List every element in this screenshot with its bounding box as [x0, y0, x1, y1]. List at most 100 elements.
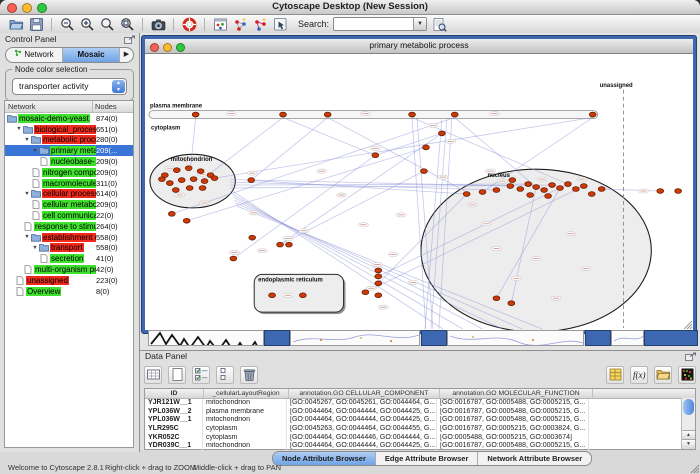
- attribute-grid-icon[interactable]: [144, 366, 162, 384]
- network-node[interactable]: [423, 145, 430, 150]
- attribute-list-icon[interactable]: [606, 366, 624, 384]
- import-attributes-folder-icon[interactable]: [654, 366, 672, 384]
- zoom-in-icon[interactable]: [80, 17, 95, 32]
- create-attribute-icon[interactable]: [168, 366, 186, 384]
- float-panel-icon[interactable]: [685, 352, 697, 361]
- tree-row[interactable]: ▼establishment of lo558(0): [5, 232, 133, 243]
- window-resize-grip[interactable]: [682, 319, 692, 329]
- color-scale-icon[interactable]: [678, 366, 696, 384]
- scrollbar-thumb[interactable]: [683, 399, 694, 415]
- background-window-fragment[interactable]: [148, 330, 264, 346]
- network-node[interactable]: [199, 186, 206, 191]
- tree-row[interactable]: multi-organism pro42(0): [5, 264, 133, 275]
- network-node[interactable]: [269, 293, 276, 298]
- expand-arrow-icon[interactable]: ▼: [23, 234, 31, 240]
- network-node[interactable]: [190, 177, 197, 182]
- help-lifering-icon[interactable]: [182, 17, 197, 32]
- network-node[interactable]: [168, 211, 175, 216]
- network-node[interactable]: [541, 188, 548, 193]
- expand-arrow-icon[interactable]: ▼: [23, 191, 31, 197]
- network-node[interactable]: [230, 256, 237, 261]
- background-window-fragment[interactable]: [447, 330, 584, 346]
- table-row[interactable]: YJR121W__1mitochondrion[GO:0045267, GO:0…: [145, 399, 695, 408]
- network-node[interactable]: [572, 187, 579, 192]
- network-node[interactable]: [211, 176, 218, 181]
- network-node[interactable]: [173, 168, 180, 173]
- export-image-camera-icon[interactable]: [151, 17, 166, 32]
- table-row[interactable]: YPL036W__2plasma membrane[GO:0044464, GO…: [145, 408, 695, 417]
- network-node[interactable]: [545, 194, 552, 199]
- network-node[interactable]: [185, 166, 192, 171]
- zoom-out-icon[interactable]: [60, 17, 75, 32]
- table-row[interactable]: YLR295Ccytoplasm[GO:0045263, GO:0044464,…: [145, 425, 695, 434]
- network-node[interactable]: [421, 169, 428, 174]
- node-color-dropdown[interactable]: transporter activity ▲▼: [12, 78, 127, 95]
- network-node[interactable]: [588, 192, 595, 197]
- network-node[interactable]: [197, 169, 204, 174]
- network-node[interactable]: [362, 290, 369, 295]
- table-row[interactable]: YDR039C__1mitochondrion[GO:0044464, GO:0…: [145, 442, 695, 451]
- new-network-selected-edges-icon[interactable]: [253, 17, 268, 32]
- network-node[interactable]: [375, 274, 382, 279]
- network-node[interactable]: [580, 184, 587, 189]
- column-header[interactable]: annotation.GO MOLECULAR_FUNCTION: [440, 389, 593, 398]
- tree-row[interactable]: ▼metabolic process280(0): [5, 135, 133, 146]
- open-network-icon[interactable]: [9, 17, 24, 32]
- tree-row[interactable]: cell communicat22(0): [5, 210, 133, 221]
- network-node[interactable]: [372, 153, 379, 158]
- network-node[interactable]: [178, 178, 185, 183]
- network-node[interactable]: [565, 182, 572, 187]
- expand-arrow-icon[interactable]: ▼: [31, 245, 39, 251]
- network-node[interactable]: [438, 131, 445, 136]
- table-row[interactable]: YPL036W__1mitochondrion[GO:0044464, GO:0…: [145, 416, 695, 425]
- app-resize-grip[interactable]: [689, 463, 699, 473]
- expand-arrow-icon[interactable]: ▼: [15, 126, 23, 132]
- network-node[interactable]: [517, 187, 524, 192]
- network-node[interactable]: [249, 235, 256, 240]
- zoom-fit-icon[interactable]: [120, 17, 135, 32]
- network-node[interactable]: [159, 177, 166, 182]
- network-node[interactable]: [192, 112, 199, 117]
- column-header[interactable]: _cellularLayoutRegion: [204, 389, 289, 398]
- network-window-titlebar[interactable]: primary metabolic process: [145, 39, 693, 54]
- region-plasma-membrane[interactable]: [149, 111, 598, 119]
- network-node[interactable]: [324, 112, 331, 117]
- unselect-attributes-icon[interactable]: [216, 366, 234, 384]
- tree-row[interactable]: ▼biological_process651(0): [5, 124, 133, 135]
- tab-network[interactable]: Network: [6, 48, 63, 62]
- tree-row[interactable]: response to stimulu264(0): [5, 221, 133, 232]
- network-node[interactable]: [375, 293, 382, 298]
- network-node[interactable]: [280, 112, 287, 117]
- search-input[interactable]: ▼: [333, 17, 427, 31]
- network-node[interactable]: [598, 187, 605, 192]
- network-node[interactable]: [201, 179, 208, 184]
- edge[interactable]: [375, 133, 442, 155]
- dropdown-stepper-icon[interactable]: ▲▼: [112, 80, 125, 93]
- column-header[interactable]: annotation.GO CELLULAR_COMPONENT: [289, 389, 440, 398]
- tree-row[interactable]: nucleobase-209(0): [5, 156, 133, 167]
- enhanced-search-icon[interactable]: [432, 17, 447, 32]
- new-network-from-selection-icon[interactable]: [233, 17, 248, 32]
- tree-row[interactable]: ▼primary metabo209(...: [5, 145, 133, 156]
- network-node[interactable]: [527, 193, 534, 198]
- network-node[interactable]: [299, 293, 306, 298]
- network-node[interactable]: [533, 185, 540, 190]
- network-node[interactable]: [375, 268, 382, 273]
- network-node[interactable]: [589, 112, 596, 117]
- table-row[interactable]: YKR052Ccytoplasm[GO:0044464, GO:0044446,…: [145, 434, 695, 443]
- expand-arrow-icon[interactable]: ▼: [31, 148, 39, 154]
- save-session-icon[interactable]: [29, 17, 44, 32]
- expand-arrow-icon[interactable]: ▼: [23, 137, 31, 143]
- network-node[interactable]: [557, 186, 564, 191]
- network-node[interactable]: [508, 301, 515, 306]
- function-builder-icon[interactable]: f(x): [630, 366, 648, 384]
- network-node[interactable]: [657, 189, 664, 194]
- scroll-down-button[interactable]: ▼: [682, 439, 695, 449]
- attribute-mapper-icon[interactable]: [213, 17, 228, 32]
- network-node[interactable]: [675, 189, 682, 194]
- network-node[interactable]: [375, 281, 382, 286]
- network-node[interactable]: [186, 186, 193, 191]
- network-node[interactable]: [525, 182, 532, 187]
- tree-row[interactable]: ▼transport558(0): [5, 243, 133, 254]
- network-node[interactable]: [248, 178, 255, 183]
